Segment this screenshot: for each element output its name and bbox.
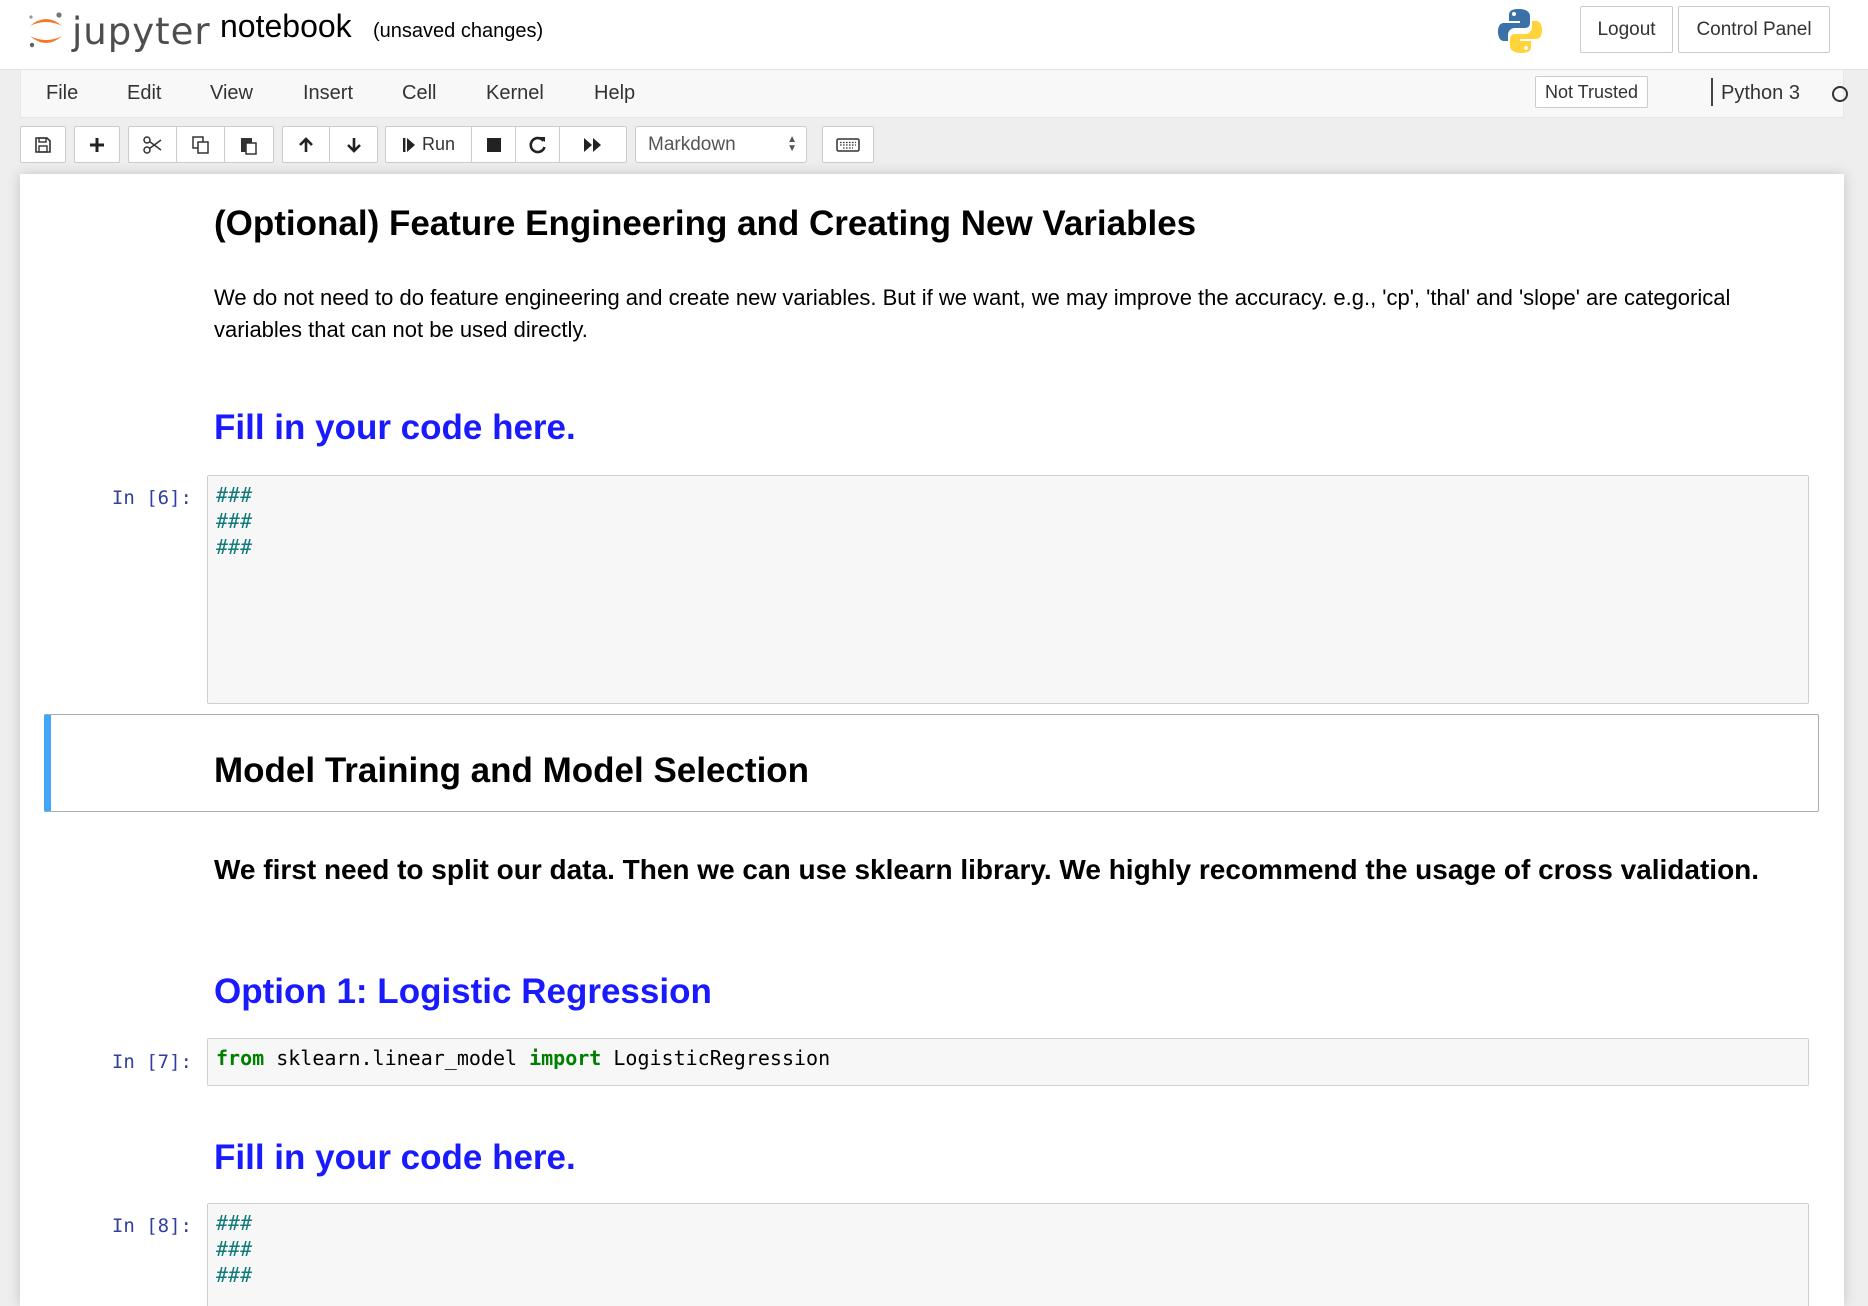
paste-button[interactable]	[225, 127, 273, 162]
select-arrows-icon: ▲ ▼	[787, 134, 797, 154]
toolbar: Run Markdown ▲ ▼	[20, 118, 1844, 174]
menu-edit[interactable]: Edit	[127, 82, 161, 105]
command-palette-button[interactable]	[823, 127, 873, 162]
cell-6-prompt: In [6]:	[111, 487, 192, 509]
kernel-name[interactable]: Python 3	[1721, 82, 1800, 105]
save-group	[20, 126, 66, 163]
insert-group	[74, 126, 120, 163]
jupyter-logo-text: jupyter	[72, 9, 211, 53]
save-button[interactable]	[21, 127, 65, 162]
option-1-heading: Option 1: Logistic Regression	[214, 972, 712, 1011]
keyboard-icon	[836, 137, 860, 153]
code-comment-line: ###	[216, 483, 253, 507]
interrupt-button[interactable]	[472, 127, 516, 162]
kernel-idle-indicator-icon	[1832, 86, 1848, 102]
model-training-heading: Model Training and Model Selection	[214, 751, 810, 790]
menu-file[interactable]: File	[46, 82, 78, 105]
edit-group	[128, 126, 274, 163]
menu-view[interactable]: View	[210, 82, 253, 105]
run-label: Run	[421, 134, 456, 154]
code-comment-line: ###	[216, 1263, 253, 1287]
cut-button[interactable]	[129, 127, 177, 162]
run-group: Run	[385, 126, 627, 163]
cell-7-prompt: In [7]:	[111, 1051, 192, 1073]
fill-in-code-heading-2: Fill in your code here.	[214, 1138, 576, 1177]
cell-8-code-editor[interactable]: ### ### ###	[207, 1203, 1809, 1306]
restart-run-all-button[interactable]	[560, 127, 626, 162]
jupyter-logo-icon	[26, 9, 66, 53]
cell-8-prompt: In [8]:	[111, 1215, 192, 1237]
keyboard-group	[822, 126, 874, 163]
run-button[interactable]: Run	[386, 127, 472, 162]
insert-cell-button[interactable]	[75, 127, 119, 162]
menubar: File Edit View Insert Cell Kernel Help N…	[20, 70, 1848, 118]
save-icon	[34, 136, 52, 154]
code-comment-line: ###	[216, 509, 253, 533]
cell-6-code-editor[interactable]: ### ### ###	[207, 475, 1809, 704]
logout-button[interactable]: Logout	[1580, 6, 1673, 53]
cell-7-code-editor[interactable]: from sklearn.linear_model import Logisti…	[207, 1038, 1809, 1086]
fast-forward-icon	[583, 137, 603, 153]
restart-icon	[529, 136, 547, 154]
code-module-name: sklearn.linear_model	[264, 1046, 530, 1070]
feature-engineering-heading: (Optional) Feature Engineering and Creat…	[214, 204, 1197, 243]
code-comment-line: ###	[216, 535, 253, 559]
jupyter-logo[interactable]: jupyter	[26, 6, 211, 56]
not-trusted-button[interactable]: Not Trusted	[1535, 76, 1649, 108]
selected-markdown-cell[interactable]: Model Training and Model Selection	[44, 714, 1819, 812]
copy-icon	[191, 135, 211, 155]
menu-help[interactable]: Help	[594, 82, 635, 105]
notebook-name[interactable]: notebook	[220, 8, 352, 45]
move-group	[282, 126, 378, 163]
kernel-divider	[1711, 78, 1713, 106]
code-comment-line: ###	[216, 1211, 253, 1235]
control-panel-button[interactable]: Control Panel	[1678, 6, 1830, 53]
fill-in-code-heading-1: Fill in your code here.	[214, 408, 576, 447]
cell-type-value: Markdown	[648, 133, 736, 155]
copy-button[interactable]	[177, 127, 225, 162]
header: jupyter notebook (unsaved changes) Logou…	[0, 0, 1868, 70]
notebook-container: (Optional) Feature Engineering and Creat…	[20, 174, 1844, 1306]
feature-engineering-text: We do not need to do feature engineering…	[214, 285, 1731, 342]
code-keyword-from: from	[216, 1046, 265, 1070]
menu-insert[interactable]: Insert	[303, 82, 353, 105]
menu-cell[interactable]: Cell	[402, 82, 436, 105]
stop-icon	[486, 137, 502, 153]
scissors-icon	[142, 135, 163, 154]
python-logo-icon	[1495, 6, 1545, 56]
arrow-down-icon	[345, 136, 363, 154]
move-up-button[interactable]	[283, 127, 330, 162]
paste-icon	[239, 135, 259, 155]
model-training-text: We first need to split our data. Then we…	[214, 854, 1760, 885]
code-comment-line: ###	[216, 1237, 253, 1261]
menu-kernel[interactable]: Kernel	[486, 82, 544, 105]
save-status: (unsaved changes)	[373, 20, 544, 42]
cell-type-select[interactable]: Markdown ▲ ▼	[635, 126, 807, 163]
step-forward-icon	[402, 137, 416, 153]
code-class-name: LogisticRegression	[601, 1046, 831, 1070]
code-keyword-import: import	[529, 1046, 602, 1070]
move-down-button[interactable]	[330, 127, 377, 162]
restart-button[interactable]	[516, 127, 560, 162]
arrow-up-icon	[297, 136, 315, 154]
plus-icon	[88, 136, 106, 154]
